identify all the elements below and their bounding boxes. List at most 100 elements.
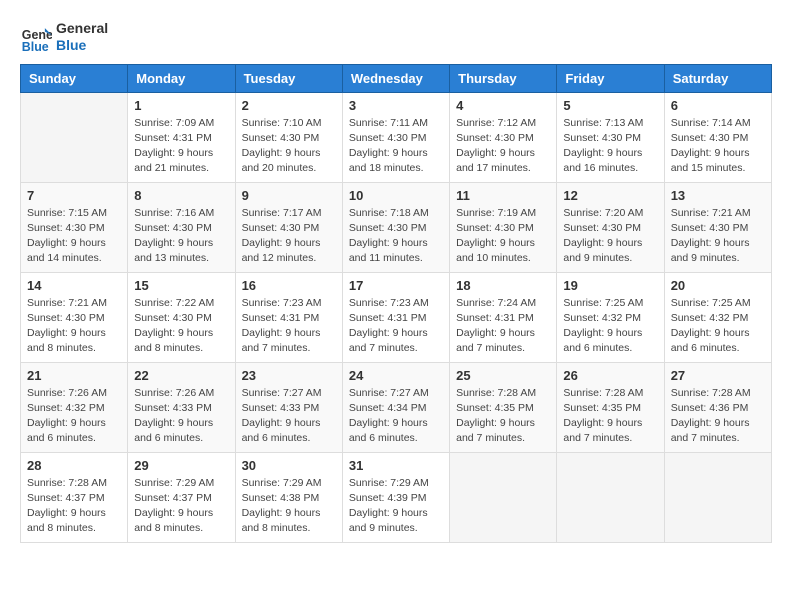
day-info: Sunrise: 7:11 AM Sunset: 4:30 PM Dayligh… — [349, 116, 443, 177]
day-number: 12 — [563, 188, 657, 203]
day-info: Sunrise: 7:14 AM Sunset: 4:30 PM Dayligh… — [671, 116, 765, 177]
day-number: 23 — [242, 368, 336, 383]
day-number: 19 — [563, 278, 657, 293]
calendar-cell: 30 Sunrise: 7:29 AM Sunset: 4:38 PM Dayli… — [235, 452, 342, 542]
day-info: Sunrise: 7:27 AM Sunset: 4:33 PM Dayligh… — [242, 386, 336, 447]
svg-text:Blue: Blue — [22, 40, 49, 53]
calendar-cell: 17 Sunrise: 7:23 AM Sunset: 4:31 PM Dayli… — [342, 272, 449, 362]
day-info: Sunrise: 7:20 AM Sunset: 4:30 PM Dayligh… — [563, 206, 657, 267]
day-info: Sunrise: 7:23 AM Sunset: 4:31 PM Dayligh… — [349, 296, 443, 357]
day-info: Sunrise: 7:28 AM Sunset: 4:35 PM Dayligh… — [456, 386, 550, 447]
calendar-cell: 2 Sunrise: 7:10 AM Sunset: 4:30 PM Daylig… — [235, 92, 342, 182]
weekday-header: Wednesday — [342, 64, 449, 92]
day-number: 20 — [671, 278, 765, 293]
day-number: 7 — [27, 188, 121, 203]
day-number: 2 — [242, 98, 336, 113]
day-info: Sunrise: 7:23 AM Sunset: 4:31 PM Dayligh… — [242, 296, 336, 357]
calendar-cell: 4Sunrise: 7:12 AM Sunset: 4:30 PM Daylig… — [450, 92, 557, 182]
day-info: Sunrise: 7:28 AM Sunset: 4:37 PM Dayligh… — [27, 476, 121, 537]
calendar-cell: 1 Sunrise: 7:09 AM Sunset: 4:31 PM Daylig… — [128, 92, 235, 182]
calendar-cell: 10 Sunrise: 7:18 AM Sunset: 4:30 PM Dayli… — [342, 182, 449, 272]
calendar-cell: 25 Sunrise: 7:28 AM Sunset: 4:35 PM Dayli… — [450, 362, 557, 452]
day-number: 8 — [134, 188, 228, 203]
day-info: Sunrise: 7:15 AM Sunset: 4:30 PM Dayligh… — [27, 206, 121, 267]
day-number: 9 — [242, 188, 336, 203]
day-number: 24 — [349, 368, 443, 383]
day-info: Sunrise: 7:28 AM Sunset: 4:35 PM Dayligh… — [563, 386, 657, 447]
day-info: Sunrise: 7:10 AM Sunset: 4:30 PM Dayligh… — [242, 116, 336, 177]
day-number: 18 — [456, 278, 550, 293]
weekday-header: Friday — [557, 64, 664, 92]
day-number: 21 — [27, 368, 121, 383]
page-header: General Blue General Blue — [20, 20, 772, 54]
weekday-header: Saturday — [664, 64, 771, 92]
calendar-cell: 12 Sunrise: 7:20 AM Sunset: 4:30 PM Dayli… — [557, 182, 664, 272]
day-number: 22 — [134, 368, 228, 383]
day-info: Sunrise: 7:29 AM Sunset: 4:38 PM Dayligh… — [242, 476, 336, 537]
logo-icon: General Blue — [20, 21, 52, 53]
day-number: 17 — [349, 278, 443, 293]
calendar-cell: 11 Sunrise: 7:19 AM Sunset: 4:30 PM Dayli… — [450, 182, 557, 272]
day-info: Sunrise: 7:26 AM Sunset: 4:33 PM Dayligh… — [134, 386, 228, 447]
day-number: 16 — [242, 278, 336, 293]
calendar-cell: 14Sunrise: 7:21 AM Sunset: 4:30 PM Dayli… — [21, 272, 128, 362]
day-info: Sunrise: 7:29 AM Sunset: 4:37 PM Dayligh… — [134, 476, 228, 537]
day-number: 1 — [134, 98, 228, 113]
calendar-cell: 27 Sunrise: 7:28 AM Sunset: 4:36 PM Dayli… — [664, 362, 771, 452]
calendar-cell: 7 Sunrise: 7:15 AM Sunset: 4:30 PM Daylig… — [21, 182, 128, 272]
calendar-cell: 3 Sunrise: 7:11 AM Sunset: 4:30 PM Daylig… — [342, 92, 449, 182]
calendar-cell: 15Sunrise: 7:22 AM Sunset: 4:30 PM Dayli… — [128, 272, 235, 362]
calendar-cell: 31 Sunrise: 7:29 AM Sunset: 4:39 PM Dayli… — [342, 452, 449, 542]
day-number: 27 — [671, 368, 765, 383]
logo-general: General — [56, 20, 108, 37]
weekday-header: Sunday — [21, 64, 128, 92]
weekday-header: Tuesday — [235, 64, 342, 92]
calendar-cell: 26 Sunrise: 7:28 AM Sunset: 4:35 PM Dayli… — [557, 362, 664, 452]
calendar-cell: 6 Sunrise: 7:14 AM Sunset: 4:30 PM Daylig… — [664, 92, 771, 182]
logo-blue: Blue — [56, 37, 108, 54]
calendar-cell: 20 Sunrise: 7:25 AM Sunset: 4:32 PM Dayli… — [664, 272, 771, 362]
day-number: 28 — [27, 458, 121, 473]
day-number: 26 — [563, 368, 657, 383]
day-info: Sunrise: 7:13 AM Sunset: 4:30 PM Dayligh… — [563, 116, 657, 177]
day-info: Sunrise: 7:29 AM Sunset: 4:39 PM Dayligh… — [349, 476, 443, 537]
day-number: 4 — [456, 98, 550, 113]
day-number: 3 — [349, 98, 443, 113]
day-info: Sunrise: 7:25 AM Sunset: 4:32 PM Dayligh… — [671, 296, 765, 357]
calendar-cell: 22 Sunrise: 7:26 AM Sunset: 4:33 PM Dayli… — [128, 362, 235, 452]
weekday-header: Monday — [128, 64, 235, 92]
day-number: 5 — [563, 98, 657, 113]
calendar-cell: 16 Sunrise: 7:23 AM Sunset: 4:31 PM Dayli… — [235, 272, 342, 362]
day-info: Sunrise: 7:17 AM Sunset: 4:30 PM Dayligh… — [242, 206, 336, 267]
day-number: 13 — [671, 188, 765, 203]
day-info: Sunrise: 7:25 AM Sunset: 4:32 PM Dayligh… — [563, 296, 657, 357]
calendar-cell: 18 Sunrise: 7:24 AM Sunset: 4:31 PM Dayli… — [450, 272, 557, 362]
day-number: 10 — [349, 188, 443, 203]
day-info: Sunrise: 7:16 AM Sunset: 4:30 PM Dayligh… — [134, 206, 228, 267]
day-number: 25 — [456, 368, 550, 383]
calendar-cell: 24Sunrise: 7:27 AM Sunset: 4:34 PM Dayli… — [342, 362, 449, 452]
day-info: Sunrise: 7:19 AM Sunset: 4:30 PM Dayligh… — [456, 206, 550, 267]
day-info: Sunrise: 7:09 AM Sunset: 4:31 PM Dayligh… — [134, 116, 228, 177]
calendar-cell: 13 Sunrise: 7:21 AM Sunset: 4:30 PM Dayli… — [664, 182, 771, 272]
calendar-cell: 29 Sunrise: 7:29 AM Sunset: 4:37 PM Dayli… — [128, 452, 235, 542]
day-number: 6 — [671, 98, 765, 113]
day-number: 11 — [456, 188, 550, 203]
day-info: Sunrise: 7:24 AM Sunset: 4:31 PM Dayligh… — [456, 296, 550, 357]
day-info: Sunrise: 7:18 AM Sunset: 4:30 PM Dayligh… — [349, 206, 443, 267]
day-info: Sunrise: 7:28 AM Sunset: 4:36 PM Dayligh… — [671, 386, 765, 447]
day-number: 31 — [349, 458, 443, 473]
day-info: Sunrise: 7:21 AM Sunset: 4:30 PM Dayligh… — [671, 206, 765, 267]
calendar-cell: 8 Sunrise: 7:16 AM Sunset: 4:30 PM Daylig… — [128, 182, 235, 272]
day-info: Sunrise: 7:22 AM Sunset: 4:30 PM Dayligh… — [134, 296, 228, 357]
day-number: 29 — [134, 458, 228, 473]
calendar-cell — [450, 452, 557, 542]
calendar-cell — [557, 452, 664, 542]
logo: General Blue General Blue — [20, 20, 108, 54]
calendar-cell: 19 Sunrise: 7:25 AM Sunset: 4:32 PM Dayli… — [557, 272, 664, 362]
weekday-header: Thursday — [450, 64, 557, 92]
day-number: 30 — [242, 458, 336, 473]
day-info: Sunrise: 7:26 AM Sunset: 4:32 PM Dayligh… — [27, 386, 121, 447]
calendar-cell: 23 Sunrise: 7:27 AM Sunset: 4:33 PM Dayli… — [235, 362, 342, 452]
calendar-cell: 28 Sunrise: 7:28 AM Sunset: 4:37 PM Dayli… — [21, 452, 128, 542]
